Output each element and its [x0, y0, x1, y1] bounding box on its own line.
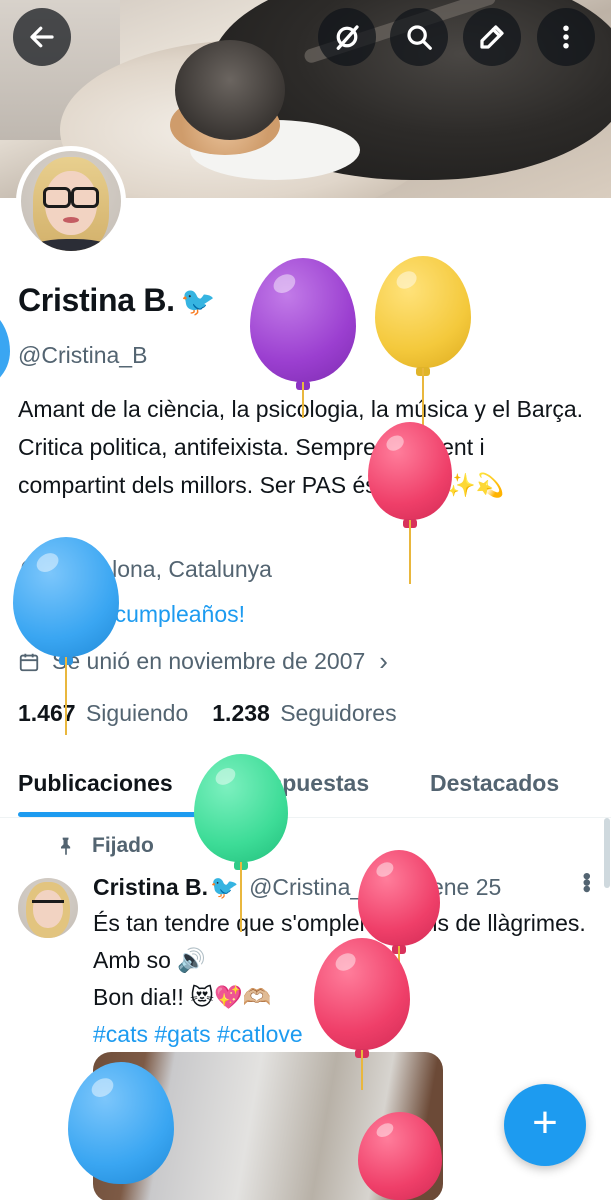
search-icon: [407, 25, 432, 50]
following-label: Siguiendo: [85, 700, 189, 726]
avatar-lips: [63, 217, 79, 223]
edit-button[interactable]: [463, 8, 521, 66]
pinned-label: Fijado: [56, 834, 154, 858]
profile-avatar[interactable]: [16, 146, 126, 256]
post-author[interactable]: Cristina B.: [93, 874, 208, 900]
more-vertical-icon: [563, 25, 569, 49]
following-link[interactable]: 1.467 Siguiendo: [18, 700, 188, 727]
balloon-red-3: [314, 938, 410, 1090]
balloon-blue-1: [13, 537, 119, 735]
search-button[interactable]: [390, 8, 448, 66]
profile-name-text: Cristina B.: [18, 282, 175, 318]
scrollbar-thumb[interactable]: [604, 818, 610, 888]
balloon-red-2: [358, 850, 440, 1006]
balloon-green: [194, 754, 288, 932]
grok-button[interactable]: [318, 8, 376, 66]
pinned-text: Fijado: [92, 834, 154, 857]
balloon-blue-2: [68, 1062, 174, 1184]
pin-icon: [61, 837, 71, 856]
balloon-blue-edge: [0, 304, 10, 390]
tab-publicaciones[interactable]: Publicaciones: [18, 770, 173, 797]
grok-icon: [336, 25, 359, 50]
profile-tabs: Publicaciones Respuestas Destacados: [0, 760, 611, 818]
chevron-right-icon: ›: [379, 646, 388, 676]
followers-count: 1.238: [212, 700, 270, 726]
bird-emoji-icon: 🐦: [180, 286, 216, 317]
profile-name: Cristina B. 🐦: [18, 282, 216, 319]
compose-fab-button[interactable]: +: [504, 1084, 586, 1166]
more-button[interactable]: [537, 8, 595, 66]
post-more-icon[interactable]: •••: [572, 872, 600, 891]
edit-icon: [480, 25, 504, 49]
balloon-red-4: [358, 1112, 442, 1200]
post-avatar-glasses: [32, 900, 64, 910]
followers-link[interactable]: 1.238 Seguidores: [212, 700, 396, 727]
avatar-image: [21, 151, 121, 251]
arrow-left-icon: [30, 26, 54, 48]
profile-bio: Amant de la ciència, la psicologia, la m…: [18, 396, 584, 498]
avatar-shirt: [25, 239, 117, 251]
avatar-glasses: [43, 187, 99, 208]
follow-counts: 1.467 Siguiendo 1.238 Seguidores: [18, 700, 397, 727]
post-avatar[interactable]: [18, 878, 78, 938]
profile-handle: @Cristina_B: [18, 342, 148, 368]
banner-cat-head: [175, 40, 285, 140]
balloon-yellow: [375, 256, 471, 428]
balloon-red-1: [368, 422, 452, 584]
balloon-purple: [250, 258, 356, 418]
tab-destacados[interactable]: Destacados: [430, 770, 559, 797]
active-tab-indicator: [18, 812, 200, 817]
back-button[interactable]: [13, 8, 71, 66]
plus-icon: +: [532, 1098, 558, 1147]
followers-label: Seguidores: [280, 700, 397, 726]
post-header: Cristina B.🐦 @Cristina_B · 27 ene 25: [93, 874, 501, 901]
post-bird-emoji-icon: 🐦: [210, 874, 239, 900]
